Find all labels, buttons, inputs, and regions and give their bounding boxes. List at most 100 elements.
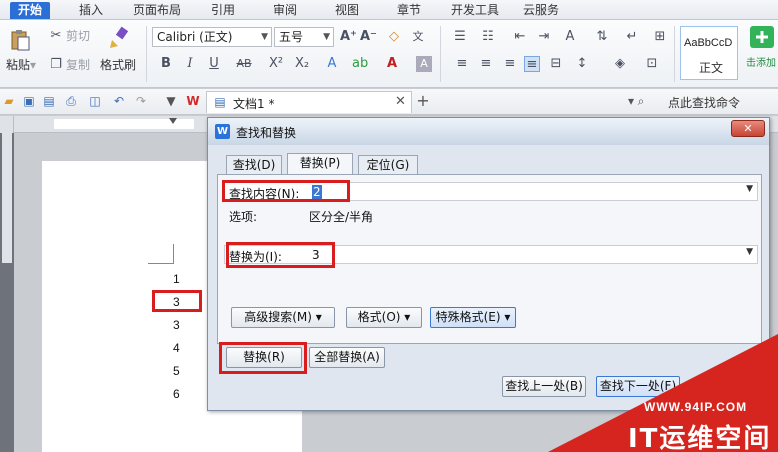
show-marks-icon[interactable]: ↵ [624,29,640,45]
tab-view[interactable]: 视图 [335,2,359,19]
site-watermark: WWW.94IP.COM IT运维空间 [548,334,778,452]
watermark-url: WWW.94IP.COM [644,400,748,414]
increase-indent-icon[interactable]: ⇥ [536,29,552,45]
chevron-down-icon[interactable]: ▼ [164,94,178,108]
vertical-ruler[interactable] [0,133,14,452]
indent-marker[interactable] [169,118,177,124]
bullet-list-icon[interactable]: ☰ [452,29,468,45]
page-corner-mark [148,244,174,264]
clear-format-icon[interactable]: ◇ [386,29,402,45]
document-line: 5 [173,364,180,378]
tab-references[interactable]: 引用 [211,2,235,19]
font-name-value: Calibri (正文) [157,30,233,44]
line-spacing-icon[interactable]: ↕ [574,56,590,72]
paste-button[interactable]: 粘贴 [6,57,30,73]
tab-section[interactable]: 章节 [397,2,421,19]
scissors-icon: ✂ [50,28,62,43]
tab-page-layout[interactable]: 页面布局 [133,2,181,19]
tab-home[interactable]: 开始 [10,2,51,19]
cut-button[interactable]: 剪切 [66,28,90,44]
highlight-box [226,242,335,268]
save-icon[interactable]: ▣ [22,94,36,108]
shading-icon[interactable]: ◈ [612,56,628,72]
highlight-icon[interactable]: ab [352,56,368,72]
shrink-font-icon[interactable]: A⁻ [360,29,377,45]
close-icon[interactable]: ✕ [395,94,406,109]
new-tab-plus-icon[interactable]: + [416,93,430,109]
document-line: 1 [173,272,180,286]
copy-button[interactable]: 复制 [66,57,90,73]
style-gallery-normal[interactable]: AaBbCcD 正文 [680,26,738,80]
align-left-icon[interactable]: ≡ [454,56,470,72]
numbered-list-icon[interactable]: ☷ [480,29,496,45]
grow-font-icon[interactable]: A⁺ [340,29,357,45]
dialog-title-bar[interactable]: W 查找和替换 ✕ [208,118,769,145]
ribbon: 粘贴 ▾ ✂ 剪切 ❐ 复制 格式刷 Calibri (正文) ▼ 五号 ▼ A⁺ … [0,20,778,88]
ruler-corner [0,116,14,133]
align-right-icon[interactable]: ≡ [502,56,518,72]
print-preview-icon[interactable]: ◫ [88,94,102,108]
print-icon[interactable]: ⎙ [64,94,78,108]
char-shading-icon[interactable]: A [416,56,432,72]
export-pdf-icon[interactable]: ▤ [42,94,56,108]
font-color-icon[interactable]: A [384,56,400,72]
paste-dropdown-icon[interactable]: ▾ [30,57,36,73]
redo-icon[interactable]: ↷ [134,94,148,108]
tab-replace[interactable]: 替换(P) [287,153,353,175]
divider [146,26,147,82]
subscript-icon[interactable]: X₂ [294,56,310,72]
tab-find[interactable]: 查找(D) [226,155,282,174]
addon-icon [750,26,774,48]
text-effect-icon[interactable]: A [324,56,340,72]
paste-icon[interactable] [8,28,32,52]
phonetic-icon[interactable]: 文 [410,29,426,45]
align-center-icon[interactable]: ≡ [478,56,494,72]
italic-icon[interactable]: I [182,56,198,72]
open-folder-icon[interactable]: ▰ [2,94,16,108]
options-value: 区分全/半角 [309,210,374,224]
text-direction-icon[interactable]: A [562,29,578,45]
ruler-active-area [2,133,12,263]
highlight-box [152,290,202,312]
distribute-icon[interactable]: ⊟ [548,56,564,72]
tab-goto[interactable]: 定位(G) [358,155,418,174]
strikethrough-icon[interactable]: AB [236,56,252,72]
font-size-select[interactable]: 五号 ▼ [274,27,334,47]
document-tab[interactable]: ▤ 文档1 * ✕ [206,91,412,113]
close-icon[interactable]: ✕ [731,120,765,137]
font-name-select[interactable]: Calibri (正文) ▼ [152,27,272,47]
chevron-down-icon: ▼ [323,32,330,42]
divider [674,26,675,82]
addon-area[interactable]: 击添加 [746,24,778,84]
style-name: 正文 [699,61,724,75]
tab-review[interactable]: 审阅 [273,2,297,19]
divider [440,26,441,82]
replace-all-button[interactable]: 全部替换(A) [309,347,385,368]
document-line: 6 [173,387,180,401]
wps-logo-icon[interactable]: W [186,94,200,108]
special-format-button[interactable]: 特殊格式(E) ▾ [430,307,516,328]
document-icon: ▤ [214,95,226,109]
document-tab-label: 文档1 * [233,97,275,111]
undo-icon[interactable]: ↶ [112,94,126,108]
quick-access-toolbar: ▰ ▣ ▤ ⎙ ◫ ↶ ↷ ▼ W ▤ 文档1 * ✕ + ▾ ⌕ 点此查找命令 [0,89,778,115]
tab-insert[interactable]: 插入 [79,2,103,19]
borders-icon[interactable]: ⊡ [644,56,660,72]
format-painter-button[interactable]: 格式刷 [100,57,136,73]
superscript-icon[interactable]: X² [268,56,284,72]
table-icon[interactable]: ⊞ [652,29,668,45]
tab-developer[interactable]: 开发工具 [451,2,499,19]
font-size-value: 五号 [279,30,304,44]
bold-icon[interactable]: B [158,56,174,72]
underline-icon[interactable]: U [206,56,222,72]
advanced-search-button[interactable]: 高级搜索(M) ▾ [231,307,335,328]
search-command-box[interactable]: 点此查找命令 [668,94,740,111]
format-button[interactable]: 格式(O) ▾ [346,307,422,328]
decrease-indent-icon[interactable]: ⇤ [512,29,528,45]
tab-cloud[interactable]: 云服务 [523,2,559,19]
addon-label: 击添加 [746,58,776,69]
sort-icon[interactable]: ⇅ [594,29,610,45]
chevron-down-icon[interactable]: ▼ [746,247,753,257]
justify-icon[interactable]: ≡ [524,56,540,72]
chevron-down-icon[interactable]: ▼ [746,184,753,194]
